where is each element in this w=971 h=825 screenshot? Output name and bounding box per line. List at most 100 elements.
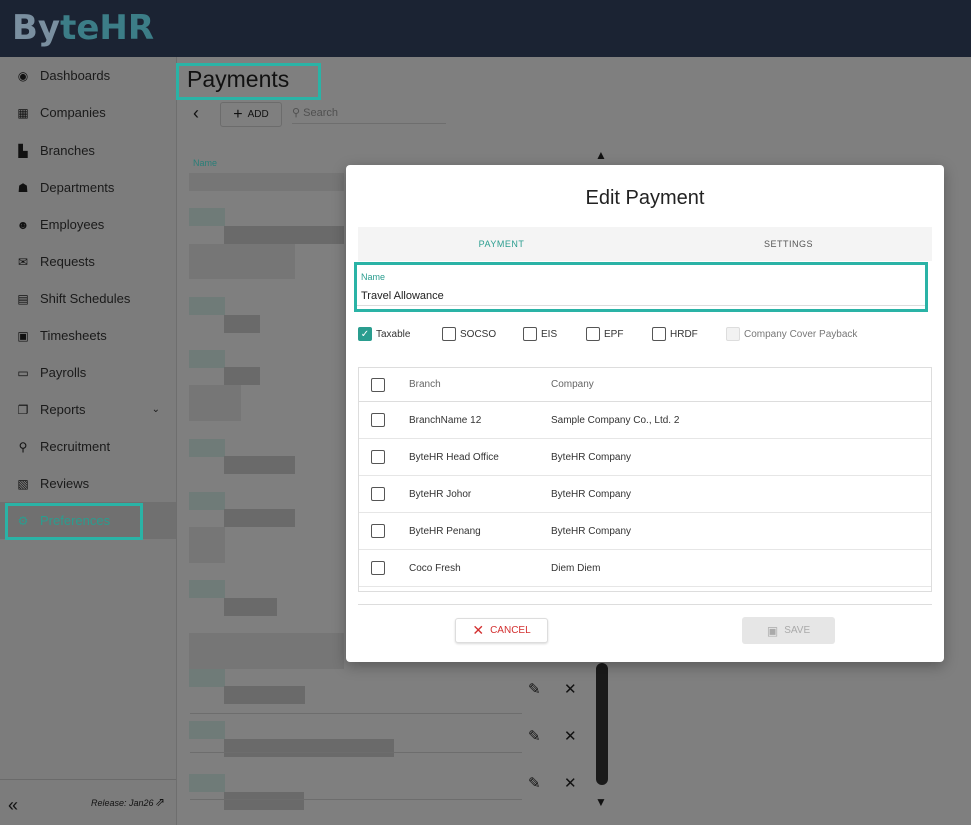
delete-icon[interactable]: ✕	[564, 680, 577, 698]
cell-company: Sample Company Co., Ltd. 2	[551, 414, 680, 426]
cell-branch: ByteHR Head Office	[409, 451, 499, 463]
sidebar-item-label: Timesheets	[40, 328, 107, 343]
save-button[interactable]: ▣ SAVE	[742, 617, 835, 644]
row-checkbox[interactable]	[371, 524, 385, 538]
cell-branch: ByteHR Johor	[409, 488, 472, 500]
option-company-cover-payback: Company Cover Payback	[726, 327, 857, 341]
floppy-disk-icon: ▣	[766, 623, 779, 638]
sidebar-item-shift-schedules[interactable]: ▤ Shift Schedules	[0, 280, 176, 317]
search-input[interactable]: ⚲ Search	[292, 106, 446, 124]
blurred-row	[189, 527, 225, 563]
sidebar-item-recruitment[interactable]: ⚲ Recruitment	[0, 428, 176, 465]
delete-icon[interactable]: ✕	[564, 727, 577, 745]
cancel-button[interactable]: ✕ CANCEL	[455, 618, 548, 643]
list-column-name: Name	[193, 158, 218, 168]
checkbox-disabled-icon	[726, 327, 740, 341]
option-label: EIS	[541, 328, 558, 340]
sidebar-item-label: Requests	[40, 254, 95, 269]
blurred-row	[224, 792, 304, 810]
column-branch[interactable]: Branch	[409, 368, 441, 401]
sidebar-item-label: Dashboards	[40, 68, 111, 83]
blurred-row	[189, 297, 225, 315]
sidebar-item-payrolls[interactable]: ▭ Payrolls	[0, 354, 176, 391]
copy-icon: ❐	[17, 402, 29, 417]
review-icon: ▧	[17, 476, 29, 491]
checkbox-checked-icon[interactable]: ✓	[358, 327, 372, 341]
collapse-sidebar-icon[interactable]: «	[8, 795, 18, 816]
back-icon[interactable]: ‹	[193, 103, 199, 124]
top-bar: ByteHR	[0, 0, 971, 57]
row-checkbox[interactable]	[371, 450, 385, 464]
delete-icon[interactable]: ✕	[564, 774, 577, 792]
table-row[interactable]: ByteHR Head Office ByteHR Company	[359, 439, 931, 476]
cell-branch: ByteHR Penang	[409, 525, 481, 537]
blurred-row	[189, 633, 344, 669]
option-label: EPF	[604, 328, 624, 340]
row-checkbox[interactable]	[371, 561, 385, 575]
sidebar-item-label: Branches	[40, 143, 95, 158]
row-checkbox[interactable]	[371, 487, 385, 501]
edit-icon[interactable]: ✎	[528, 680, 541, 698]
scroll-down-icon[interactable]: ▼	[595, 795, 607, 809]
bytehr-logo[interactable]: ByteHR	[12, 8, 154, 48]
envelope-icon: ✉	[17, 254, 29, 269]
table-row[interactable]: Coco Fresh Diem Diem	[359, 550, 931, 587]
sidebar-item-employees[interactable]: ☻ Employees	[0, 206, 176, 243]
column-company[interactable]: Company	[551, 368, 594, 401]
sidebar-item-reviews[interactable]: ▧ Reviews	[0, 465, 176, 502]
blurred-row	[224, 315, 260, 333]
user-search-icon: ⚲	[18, 439, 28, 454]
select-all-checkbox[interactable]	[371, 377, 385, 392]
add-button[interactable]: + ADD	[220, 102, 282, 127]
name-field-value[interactable]: Travel Allowance	[361, 290, 444, 302]
option-hrdf[interactable]: HRDF	[652, 327, 698, 341]
blurred-row	[189, 580, 225, 598]
checkbox-icon[interactable]	[523, 327, 537, 341]
edit-payment-dialog: Edit Payment PAYMENT SETTINGS Name Trave…	[346, 165, 944, 662]
sidebar-item-companies[interactable]: ▦ Companies	[0, 94, 176, 131]
blurred-row	[189, 173, 344, 191]
branch-table: Branch Company BranchName 12 Sample Comp…	[358, 367, 932, 592]
table-row[interactable]: BranchName 12 Sample Company Co., Ltd. 2	[359, 402, 931, 439]
sidebar-item-timesheets[interactable]: ▣ Timesheets	[0, 317, 176, 354]
tab-payment[interactable]: PAYMENT	[358, 227, 645, 261]
option-epf[interactable]: EPF	[586, 327, 623, 341]
save-button-label: SAVE	[784, 625, 811, 636]
checkbox-icon[interactable]	[652, 327, 666, 341]
sidebar-item-reports[interactable]: ❐ Reports ⌄	[0, 391, 176, 428]
edit-icon[interactable]: ✎	[528, 727, 541, 745]
table-row[interactable]: ByteHR Johor ByteHR Company	[359, 476, 931, 513]
cell-company: Diem Diem	[551, 562, 601, 574]
chevron-down-icon: ⌄	[151, 404, 160, 415]
option-taxable[interactable]: ✓ Taxable	[358, 327, 410, 341]
blurred-row	[224, 686, 305, 704]
row-divider	[190, 752, 522, 753]
checkbox-icon[interactable]	[586, 327, 600, 341]
sidebar-item-branches[interactable]: ▙ Branches	[0, 132, 176, 169]
option-label: HRDF	[670, 328, 698, 340]
checkbox-icon[interactable]	[442, 327, 456, 341]
name-field[interactable]: Name Travel Allowance	[354, 262, 928, 312]
option-eis[interactable]: EIS	[523, 327, 557, 341]
scroll-up-icon[interactable]: ▲	[595, 148, 607, 162]
row-checkbox[interactable]	[371, 413, 385, 427]
table-row[interactable]: ByteHR Penang ByteHR Company	[359, 513, 931, 550]
cell-branch: Coco Fresh	[409, 562, 461, 574]
sidebar-item-label: Employees	[40, 217, 105, 232]
add-button-label: ADD	[247, 109, 269, 120]
sidebar-item-requests[interactable]: ✉ Requests	[0, 243, 176, 280]
option-socso[interactable]: SOCSO	[442, 327, 496, 341]
blurred-row	[189, 208, 225, 226]
row-divider	[190, 799, 522, 800]
external-link-icon[interactable]: ⇗	[155, 795, 165, 809]
sidebar-item-departments[interactable]: ☗ Departments	[0, 169, 176, 206]
preferences-highlight	[5, 503, 143, 540]
close-icon: ✕	[472, 622, 485, 638]
scrollbar-thumb[interactable]	[596, 663, 608, 785]
search-icon: ⚲	[292, 107, 301, 119]
edit-icon[interactable]: ✎	[528, 774, 541, 792]
tab-settings[interactable]: SETTINGS	[645, 227, 932, 261]
sidebar-item-dashboards[interactable]: ◉ Dashboards	[0, 57, 176, 94]
sidebar-item-label: Shift Schedules	[40, 291, 131, 306]
cell-company: ByteHR Company	[551, 451, 632, 463]
